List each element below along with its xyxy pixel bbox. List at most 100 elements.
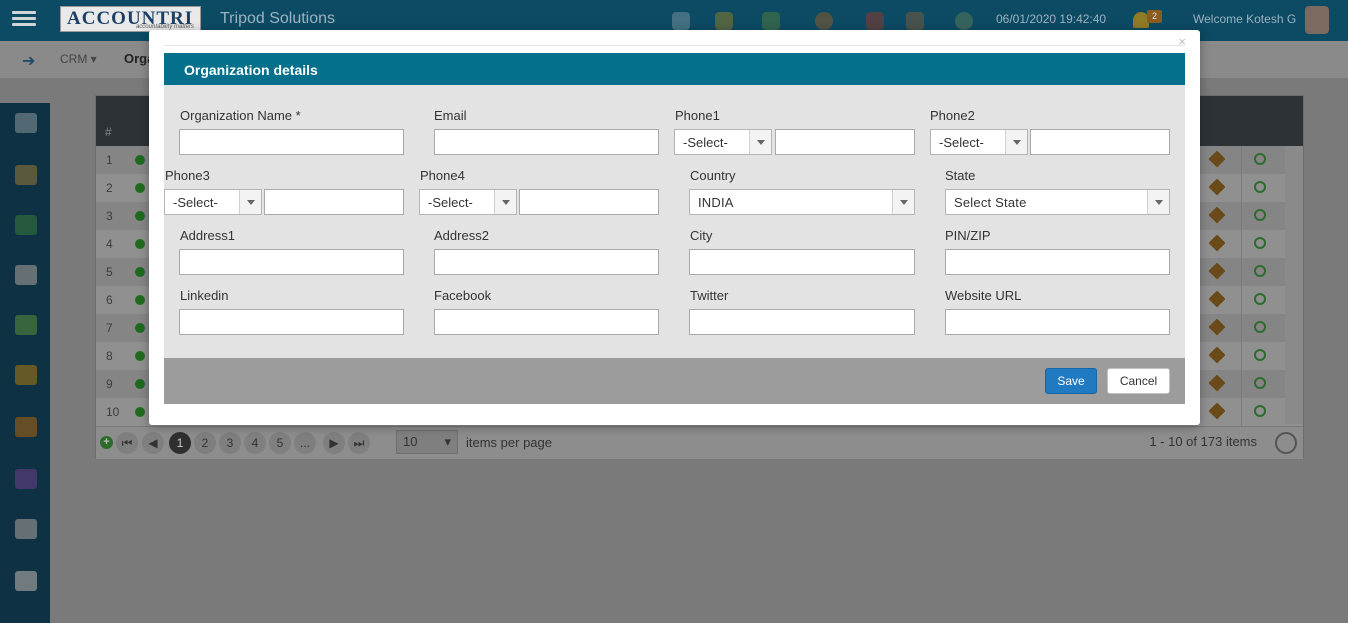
breadcrumb-module[interactable]: CRM ▾ bbox=[60, 52, 97, 66]
city-input[interactable] bbox=[689, 249, 915, 275]
phone2-code-select[interactable]: -Select- bbox=[930, 129, 1028, 155]
book-icon[interactable] bbox=[15, 417, 37, 437]
pin-input[interactable] bbox=[945, 249, 1170, 275]
settings-gears-icon[interactable] bbox=[906, 12, 924, 30]
twitter-input[interactable] bbox=[689, 309, 915, 335]
column-divider bbox=[1241, 258, 1242, 286]
phone4-input[interactable] bbox=[519, 189, 659, 215]
edit-pencil-icon[interactable] bbox=[1208, 234, 1226, 252]
help-icon[interactable] bbox=[955, 12, 973, 30]
history-clock-icon[interactable] bbox=[1254, 321, 1266, 333]
phone2-input[interactable] bbox=[1030, 129, 1170, 155]
user-icon[interactable] bbox=[15, 165, 37, 185]
page-button[interactable]: 3 bbox=[219, 432, 241, 454]
history-clock-icon[interactable] bbox=[1254, 237, 1266, 249]
address1-label: Address1 bbox=[180, 228, 235, 243]
phone2-code-value: -Select- bbox=[939, 135, 984, 150]
org-name-input[interactable] bbox=[179, 129, 404, 155]
checklist-icon[interactable] bbox=[15, 519, 37, 539]
history-clock-icon[interactable] bbox=[1254, 293, 1266, 305]
address2-input[interactable] bbox=[434, 249, 659, 275]
first-page-icon[interactable]: ⏮ bbox=[116, 432, 138, 454]
page-button[interactable]: 2 bbox=[194, 432, 216, 454]
next-page-icon[interactable]: ▶ bbox=[323, 432, 345, 454]
user-avatar[interactable] bbox=[1305, 6, 1329, 34]
linkedin-input[interactable] bbox=[179, 309, 404, 335]
close-icon[interactable]: × bbox=[1178, 34, 1186, 49]
column-divider bbox=[1241, 314, 1242, 342]
organization-form: Organization details Organization Name *… bbox=[164, 53, 1185, 404]
org-name-label: Organization Name * bbox=[180, 108, 301, 123]
history-clock-icon[interactable] bbox=[1254, 181, 1266, 193]
edit-pencil-icon[interactable] bbox=[1208, 374, 1226, 392]
row-number: 6 bbox=[106, 293, 113, 307]
app-logo[interactable]: ACCOUNTRI accountability matters bbox=[60, 6, 201, 32]
row-number: 5 bbox=[106, 265, 113, 279]
history-clock-icon[interactable] bbox=[1254, 265, 1266, 277]
last-page-icon[interactable]: ⏭ bbox=[348, 432, 370, 454]
email-input[interactable] bbox=[434, 129, 659, 155]
address1-input[interactable] bbox=[179, 249, 404, 275]
welcome-user-text: Welcome Kotesh G bbox=[1193, 12, 1297, 26]
edit-pencil-icon[interactable] bbox=[1208, 206, 1226, 224]
history-clock-icon[interactable] bbox=[1254, 405, 1266, 417]
phone1-code-select[interactable]: -Select- bbox=[674, 129, 772, 155]
organization-details-modal: × Organization details Organization Name… bbox=[149, 30, 1200, 425]
status-dot-icon bbox=[135, 211, 145, 221]
edit-pencil-icon[interactable] bbox=[1208, 318, 1226, 336]
money-icon[interactable] bbox=[15, 315, 37, 335]
row-number: 7 bbox=[106, 321, 113, 335]
routes-icon[interactable] bbox=[672, 12, 690, 30]
state-select[interactable]: Select State bbox=[945, 189, 1170, 215]
page-button[interactable]: 1 bbox=[169, 432, 191, 454]
history-clock-icon[interactable] bbox=[1254, 349, 1266, 361]
hamburger-menu-icon[interactable] bbox=[10, 8, 38, 32]
state-value: Select State bbox=[954, 195, 1027, 210]
website-input[interactable] bbox=[945, 309, 1170, 335]
add-record-icon[interactable]: + bbox=[100, 436, 113, 449]
key-icon[interactable] bbox=[15, 365, 37, 385]
page-button[interactable]: 5 bbox=[269, 432, 291, 454]
edit-pencil-icon[interactable] bbox=[1208, 178, 1226, 196]
form-footer: Save Cancel bbox=[164, 358, 1185, 404]
clipboard-icon[interactable] bbox=[15, 265, 37, 285]
binoculars-icon[interactable] bbox=[15, 571, 37, 591]
page-button[interactable]: 4 bbox=[244, 432, 266, 454]
items-per-page-select[interactable]: 10 ▾ bbox=[396, 430, 458, 454]
phone1-input[interactable] bbox=[775, 129, 915, 155]
page-button[interactable]: ... bbox=[294, 432, 316, 454]
target-icon[interactable] bbox=[815, 12, 833, 30]
history-clock-icon[interactable] bbox=[1254, 377, 1266, 389]
edit-pencil-icon[interactable] bbox=[1208, 346, 1226, 364]
edit-pencil-icon[interactable] bbox=[1208, 290, 1226, 308]
arrow-right-icon[interactable]: ➔ bbox=[22, 51, 35, 71]
company-name: Tripod Solutions bbox=[220, 10, 336, 27]
phone3-code-select[interactable]: -Select- bbox=[164, 189, 262, 215]
calendar-10-icon[interactable] bbox=[866, 12, 884, 30]
prev-page-icon[interactable]: ◀ bbox=[142, 432, 164, 454]
phone3-input[interactable] bbox=[264, 189, 404, 215]
twitter-label: Twitter bbox=[690, 288, 729, 303]
history-clock-icon[interactable] bbox=[1254, 153, 1266, 165]
refresh-icon[interactable] bbox=[1275, 432, 1297, 454]
calendar-icon[interactable] bbox=[762, 12, 780, 30]
tools-icon[interactable] bbox=[15, 215, 37, 235]
settings-icon[interactable] bbox=[15, 113, 37, 133]
facebook-input[interactable] bbox=[434, 309, 659, 335]
edit-pencil-icon[interactable] bbox=[1208, 150, 1226, 168]
column-divider bbox=[1241, 230, 1242, 258]
phone4-code-select[interactable]: -Select- bbox=[419, 189, 517, 215]
address2-label: Address2 bbox=[434, 228, 489, 243]
history-clock-icon[interactable] bbox=[1254, 209, 1266, 221]
save-button[interactable]: Save bbox=[1045, 368, 1097, 394]
cancel-button[interactable]: Cancel bbox=[1107, 368, 1170, 394]
grid-scrollbar[interactable] bbox=[1285, 146, 1303, 424]
country-select[interactable]: INDIA bbox=[689, 189, 915, 215]
phone2-label: Phone2 bbox=[930, 108, 975, 123]
facebook-label: Facebook bbox=[434, 288, 492, 303]
edit-pencil-icon[interactable] bbox=[1208, 262, 1226, 280]
contact-card-icon[interactable] bbox=[15, 469, 37, 489]
status-dot-icon bbox=[135, 379, 145, 389]
megaphone-icon[interactable] bbox=[715, 12, 733, 30]
edit-pencil-icon[interactable] bbox=[1208, 402, 1226, 420]
